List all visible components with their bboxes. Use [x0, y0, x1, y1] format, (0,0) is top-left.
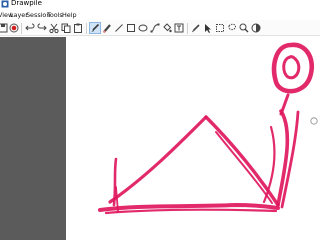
lasso-select-icon[interactable] — [226, 22, 238, 34]
menu-tools[interactable]: Tools — [47, 11, 63, 20]
menu-help[interactable]: Help — [62, 11, 77, 20]
zoom-icon[interactable] — [238, 22, 250, 34]
window-title: Drawpile — [11, 0, 42, 7]
fill-icon[interactable] — [161, 22, 173, 34]
brush-stroke-base-2 — [104, 208, 278, 215]
cut-icon[interactable] — [48, 22, 60, 34]
brush-stroke-thigh-2 — [215, 131, 273, 204]
toolbar — [0, 20, 320, 36]
text-icon[interactable] — [173, 22, 185, 34]
brush-stroke-neck — [279, 93, 290, 116]
app-logo-icon — [1, 0, 9, 8]
inspector-icon[interactable] — [250, 22, 262, 34]
brush-stroke-shin — [108, 115, 208, 204]
redo-icon[interactable] — [36, 22, 48, 34]
drawing-canvas[interactable] — [66, 37, 320, 240]
title-bar: Drawpile — [0, 0, 320, 9]
eraser-icon[interactable] — [101, 22, 113, 34]
rect-select-icon[interactable] — [214, 22, 226, 34]
brush-stroke-head-inner — [282, 55, 301, 80]
color-picker-icon[interactable] — [190, 22, 202, 34]
laser-pointer-icon[interactable] — [202, 22, 214, 34]
undo-icon[interactable] — [24, 22, 36, 34]
canvas-drawing — [98, 42, 318, 215]
copy-icon[interactable] — [60, 22, 72, 34]
menu-bar: View Layer Session Tools Help — [0, 11, 320, 20]
brush-icon[interactable] — [89, 22, 101, 34]
brush-stroke-head-outer — [271, 42, 314, 94]
rectangle-icon[interactable] — [125, 22, 137, 34]
cursor-ring — [310, 117, 318, 125]
paste-icon[interactable] — [72, 22, 84, 34]
ellipse-icon[interactable] — [137, 22, 149, 34]
line-icon[interactable] — [113, 22, 125, 34]
side-panel — [0, 37, 66, 240]
record-icon[interactable] — [8, 22, 20, 34]
bezier-icon[interactable] — [149, 22, 161, 34]
